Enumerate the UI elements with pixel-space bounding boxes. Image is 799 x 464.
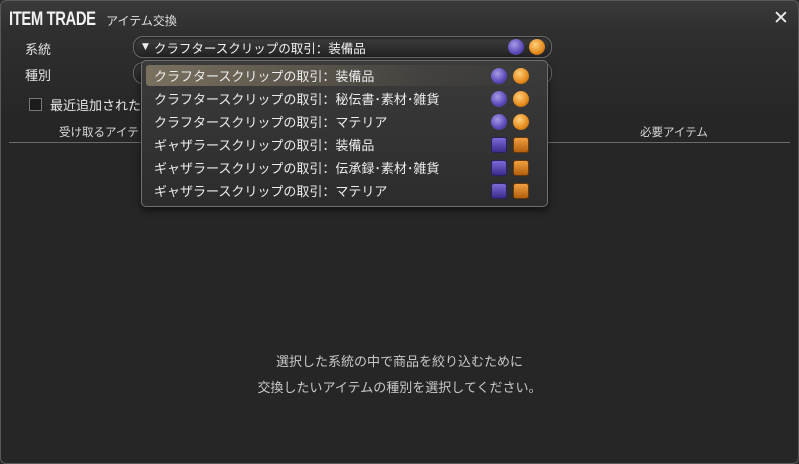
gatherer-orange-scrip-icon xyxy=(513,137,529,153)
crafter-purple-scrip-icon xyxy=(508,39,524,55)
gatherer-purple-scrip-icon xyxy=(491,160,507,176)
category-selected-value: クラフタースクリップの取引：装備品 xyxy=(153,40,366,56)
dropdown-item-crafter-materia[interactable]: クラフタースクリップの取引：マテリア xyxy=(146,111,543,132)
recent-filter[interactable]: 最近追加された xyxy=(29,95,141,114)
dropdown-item-crafter-gear[interactable]: クラフタースクリップの取引：装備品 xyxy=(146,65,543,86)
dropdown-item-label: クラフタースクリップの取引：秘伝書･素材･雑貨 xyxy=(154,93,440,108)
recent-checkbox[interactable] xyxy=(29,98,42,111)
crafter-orange-scrip-icon xyxy=(529,39,545,55)
dropdown-item-label: ギャザラースクリップの取引：マテリア xyxy=(154,185,388,200)
crafter-orange-scrip-icon xyxy=(513,91,529,107)
dropdown-item-label: ギャザラースクリップの取引：装備品 xyxy=(154,139,375,154)
dropdown-item-label: クラフタースクリップの取引：装備品 xyxy=(154,70,375,85)
type-label: 種別 xyxy=(25,69,52,84)
gatherer-orange-scrip-icon xyxy=(513,160,529,176)
crafter-purple-scrip-icon xyxy=(491,91,507,107)
window-title: ITEM TRADE xyxy=(9,9,96,30)
item-trade-window: ITEM TRADE アイテム交換 ✕ 系統 ▼ クラフタースクリップの取引：装… xyxy=(0,0,799,464)
column-header-required: 必要アイテム xyxy=(640,125,708,139)
crafter-orange-scrip-icon xyxy=(513,114,529,130)
category-dropdown-list: クラフタースクリップの取引：装備品 クラフタースクリップの取引：秘伝書･素材･雑… xyxy=(141,60,548,207)
hint-text: 選択した系統の中で商品を絞り込むために 交換したいアイテムの種別を選択してくださ… xyxy=(1,350,798,402)
gatherer-orange-scrip-icon xyxy=(513,183,529,199)
hint-line-2: 交換したいアイテムの種別を選択してください。 xyxy=(257,381,542,396)
dropdown-item-label: クラフタースクリップの取引：マテリア xyxy=(154,116,388,131)
category-label: 系統 xyxy=(25,43,52,58)
window-subtitle: アイテム交換 xyxy=(106,14,177,28)
crafter-purple-scrip-icon xyxy=(491,68,507,84)
column-header-receive: 受け取るアイテ xyxy=(59,125,139,139)
title-bar: ITEM TRADE アイテム交換 xyxy=(9,7,177,31)
hint-line-1: 選択した系統の中で商品を絞り込むために xyxy=(275,355,523,370)
gatherer-purple-scrip-icon xyxy=(491,183,507,199)
dropdown-arrow-icon: ▼ xyxy=(142,42,149,52)
recent-label: 最近追加された xyxy=(50,99,142,114)
dropdown-item-gatherer-gear[interactable]: ギャザラースクリップの取引：装備品 xyxy=(146,134,543,155)
dropdown-item-gatherer-materia[interactable]: ギャザラースクリップの取引：マテリア xyxy=(146,180,543,201)
dropdown-item-gatherer-misc[interactable]: ギャザラースクリップの取引：伝承録･素材･雑貨 xyxy=(146,157,543,178)
gatherer-purple-scrip-icon xyxy=(491,137,507,153)
close-icon[interactable]: ✕ xyxy=(770,7,792,29)
crafter-purple-scrip-icon xyxy=(491,114,507,130)
dropdown-item-crafter-misc[interactable]: クラフタースクリップの取引：秘伝書･素材･雑貨 xyxy=(146,88,543,109)
crafter-orange-scrip-icon xyxy=(513,68,529,84)
dropdown-item-label: ギャザラースクリップの取引：伝承録･素材･雑貨 xyxy=(154,162,440,177)
category-select[interactable]: ▼ クラフタースクリップの取引：装備品 xyxy=(133,36,552,58)
